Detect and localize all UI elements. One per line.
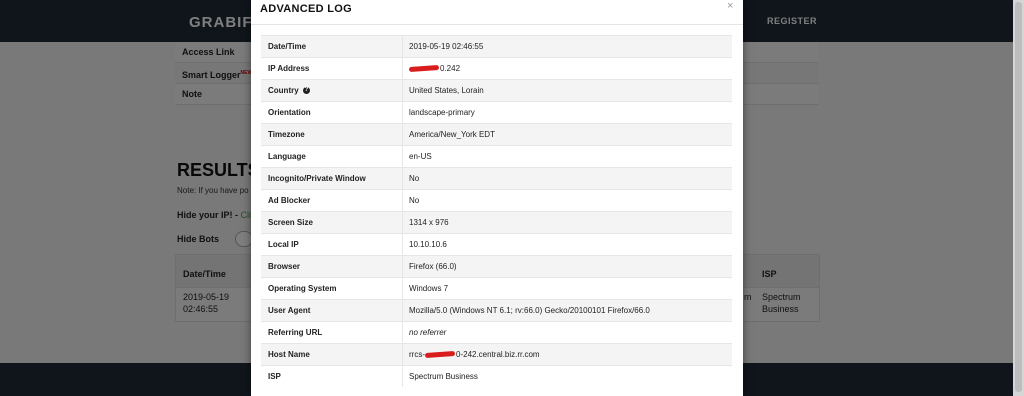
- row-key-local-ip: Local IP: [261, 233, 403, 256]
- row-key-incognito: Incognito/Private Window: [261, 167, 403, 190]
- table-row: Timezone America/New_York EDT: [261, 123, 732, 146]
- row-value-language: en-US: [402, 145, 732, 168]
- row-value-local-ip: 10.10.10.6: [402, 233, 732, 256]
- table-row: User Agent Mozilla/5.0 (Windows NT 6.1; r…: [261, 299, 732, 322]
- row-value-os: Windows 7: [402, 277, 732, 300]
- row-key-user-agent: User Agent: [261, 299, 403, 322]
- row-key-ip: IP Address: [261, 57, 403, 80]
- row-key-referring-url: Referring URL: [261, 321, 403, 344]
- scrollbar-thumb[interactable]: [1015, 2, 1022, 392]
- table-row: Ad Blocker No: [261, 189, 732, 212]
- row-value-browser: Firefox (66.0): [402, 255, 732, 278]
- row-key-os: Operating System: [261, 277, 403, 300]
- page-scrollbar[interactable]: [1013, 0, 1024, 396]
- advanced-log-table: Date/Time 2019-05-19 02:46:55 IP Address 0…: [261, 35, 732, 387]
- close-icon[interactable]: ×: [727, 0, 733, 12]
- row-key-language: Language: [261, 145, 403, 168]
- table-row: Date/Time 2019-05-19 02:46:55: [261, 35, 732, 58]
- row-key-datetime: Date/Time: [261, 35, 403, 58]
- row-value-ip: 0.242: [402, 57, 732, 80]
- row-value-screen-size: 1314 x 976: [402, 211, 732, 234]
- row-key-host-name: Host Name: [261, 343, 403, 366]
- row-value-incognito: No: [402, 167, 732, 190]
- row-value-referring-url: no referrer: [402, 321, 732, 344]
- row-key-browser: Browser: [261, 255, 403, 278]
- table-row: Incognito/Private Window No: [261, 167, 732, 190]
- row-value-datetime: 2019-05-19 02:46:55: [402, 35, 732, 58]
- row-value-adblocker: No: [402, 189, 732, 212]
- table-row: Operating System Windows 7: [261, 277, 732, 300]
- row-value-user-agent: Mozilla/5.0 (Windows NT 6.1; rv:66.0) Ge…: [402, 299, 732, 322]
- row-value-host-name: rrcs- 0-242.central.biz.rr.com: [402, 343, 732, 366]
- row-key-isp: ISP: [261, 365, 403, 387]
- row-value-orientation: landscape-primary: [402, 101, 732, 124]
- row-key-timezone: Timezone: [261, 123, 403, 146]
- modal-title: ADVANCED LOG: [260, 3, 353, 15]
- table-row: Country ? United States, Lorain: [261, 79, 732, 102]
- table-row: Language en-US: [261, 145, 732, 168]
- table-row: IP Address 0.242: [261, 57, 732, 80]
- help-icon[interactable]: ?: [302, 87, 310, 95]
- table-row: Orientation landscape-primary: [261, 101, 732, 124]
- table-row: Referring URL no referrer: [261, 321, 732, 344]
- row-value-timezone: America/New_York EDT: [402, 123, 732, 146]
- row-key-adblocker: Ad Blocker: [261, 189, 403, 212]
- modal-header: ADVANCED LOG ×: [251, 0, 743, 25]
- table-row: Local IP 10.10.10.6: [261, 233, 732, 256]
- table-row: Screen Size 1314 x 976: [261, 211, 732, 234]
- table-row: ISP Spectrum Business: [261, 365, 732, 387]
- row-key-screen-size: Screen Size: [261, 211, 403, 234]
- table-row: Browser Firefox (66.0): [261, 255, 732, 278]
- redaction-mark: [424, 351, 456, 359]
- row-value-country: United States, Lorain: [402, 79, 732, 102]
- row-key-country: Country ?: [261, 79, 403, 102]
- redaction-mark: [408, 65, 440, 73]
- table-row: Host Name rrcs- 0-242.central.biz.rr.com: [261, 343, 732, 366]
- row-value-isp: Spectrum Business: [402, 365, 732, 387]
- row-key-orientation: Orientation: [261, 101, 403, 124]
- advanced-log-modal: ADVANCED LOG × Date/Time 2019-05-19 02:46…: [251, 0, 743, 396]
